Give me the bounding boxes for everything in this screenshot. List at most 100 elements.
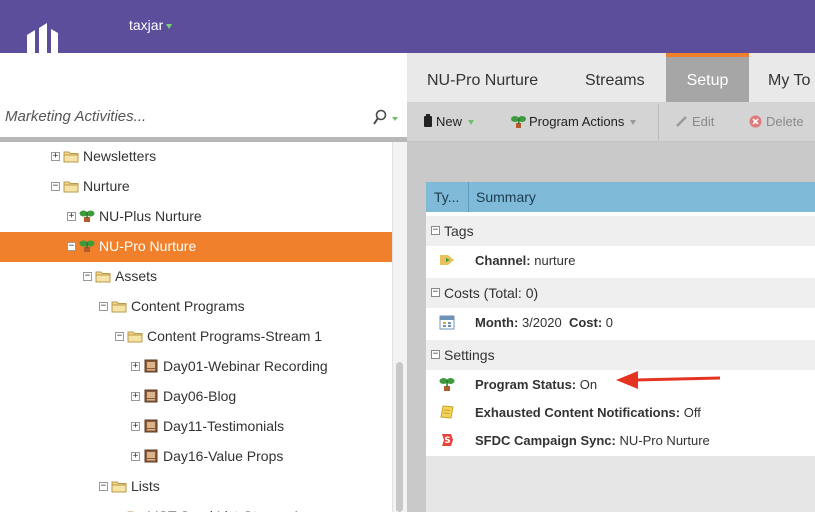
- exhausted-label: Exhausted Content Notifications:: [475, 405, 681, 420]
- column-divider: [468, 182, 469, 212]
- collapse-icon[interactable]: −: [67, 242, 76, 251]
- collapse-icon[interactable]: −: [99, 302, 108, 311]
- month-label: Month:: [475, 315, 519, 330]
- status-value: On: [579, 377, 598, 392]
- column-header-summary[interactable]: Summary: [476, 189, 536, 205]
- collapse-icon[interactable]: −: [51, 182, 60, 191]
- tree-item[interactable]: − Content Programs: [0, 292, 392, 322]
- tree-item-label: Nurture: [83, 178, 130, 194]
- program-icon: [79, 210, 95, 222]
- tree-item-label: Content Programs-Stream 1: [147, 328, 323, 344]
- tree-item-label: Day11-Testimonials: [163, 418, 285, 434]
- tree-item[interactable]: − NU-Pro Nurture: [0, 232, 392, 262]
- pencil-icon: [676, 116, 687, 127]
- annotation-arrow-icon: [616, 371, 721, 389]
- sfdc-label: SFDC Campaign Sync:: [475, 433, 616, 448]
- collapse-icon[interactable]: −: [115, 332, 124, 341]
- tree-item[interactable]: + Day11-Testimonials: [0, 412, 392, 442]
- delete-label: Delete: [766, 114, 804, 129]
- tree-item-label: Lists: [131, 478, 160, 494]
- program-icon: [79, 240, 95, 252]
- group-label: Settings: [444, 347, 495, 363]
- tree-item[interactable]: − Lists: [0, 472, 392, 502]
- tree-item[interactable]: LIST Seed List-Stream 1: [0, 502, 392, 512]
- salesforce-icon: S: [442, 434, 453, 446]
- tab-program[interactable]: NU-Pro Nurture: [427, 53, 538, 102]
- group-label: Tags: [444, 223, 474, 239]
- sfdc-value: NU-Pro Nurture: [619, 433, 710, 448]
- program-icon: [439, 378, 455, 391]
- channel-label: Channel:: [475, 253, 531, 268]
- edit-button[interactable]: Edit: [676, 114, 714, 129]
- tree-search-input[interactable]: Marketing Activities...: [5, 108, 146, 125]
- item-channel[interactable]: Channel: nurture: [426, 246, 815, 274]
- expand-icon[interactable]: +: [67, 212, 76, 221]
- delete-button[interactable]: Delete: [749, 114, 804, 129]
- tree-item-label: Day01-Webinar Recording: [163, 358, 328, 374]
- expand-icon[interactable]: +: [131, 362, 140, 371]
- account-switcher[interactable]: taxjar: [129, 17, 173, 33]
- month-value: 3/2020: [521, 315, 562, 330]
- marketing-activities-tree: + Newsletters − Nurture + NU-Plus Nurture − NU-…: [0, 142, 392, 512]
- tree-item[interactable]: + Day06-Blog: [0, 382, 392, 412]
- chevron-down-icon: [468, 120, 475, 126]
- expand-icon[interactable]: +: [131, 422, 140, 431]
- tree-item[interactable]: − Assets: [0, 262, 392, 292]
- collapse-icon[interactable]: −: [431, 288, 440, 297]
- tree-item[interactable]: + NU-Plus Nurture: [0, 202, 392, 232]
- tree-item[interactable]: − Nurture: [0, 172, 392, 202]
- tree-item[interactable]: + Day16-Value Props: [0, 442, 392, 472]
- new-icon: [424, 114, 432, 127]
- tab-setup[interactable]: Setup: [666, 53, 749, 102]
- collapse-icon[interactable]: −: [83, 272, 92, 281]
- new-label: New: [436, 114, 463, 129]
- collapse-icon[interactable]: −: [431, 350, 440, 359]
- group-label: Costs (Total: 0): [444, 285, 539, 301]
- notification-icon: [440, 405, 454, 419]
- tree-item[interactable]: − Content Programs-Stream 1: [0, 322, 392, 352]
- tree-item-label: Day16-Value Props: [163, 448, 284, 464]
- chevron-down-icon: [166, 23, 173, 29]
- tree-item[interactable]: + Newsletters: [0, 142, 392, 172]
- program-actions-label: Program Actions: [529, 114, 625, 129]
- grid-empty-area: [426, 456, 815, 512]
- expand-icon[interactable]: +: [131, 392, 140, 401]
- search-filter-icon[interactable]: [373, 109, 399, 127]
- tree-item-label: Assets: [115, 268, 158, 284]
- expand-icon[interactable]: +: [131, 452, 140, 461]
- folder-icon: [127, 331, 143, 343]
- svg-text:S: S: [444, 436, 450, 446]
- cost-value: 0: [605, 315, 614, 330]
- item-sfdc-sync[interactable]: S SFDC Campaign Sync: NU-Pro Nurture: [426, 426, 815, 454]
- program-actions-button[interactable]: Program Actions: [511, 114, 637, 129]
- folder-icon: [95, 271, 111, 283]
- tree-item[interactable]: + Day01-Webinar Recording: [0, 352, 392, 382]
- calendar-icon: [439, 315, 455, 330]
- tab-my-tokens[interactable]: My To: [768, 53, 810, 102]
- tree-scrollbar-thumb[interactable]: [396, 362, 403, 512]
- collapse-icon[interactable]: −: [431, 226, 440, 235]
- account-name: taxjar: [129, 17, 164, 33]
- edit-label: Edit: [692, 114, 715, 129]
- content-program-icon: [144, 419, 158, 433]
- tab-streams[interactable]: Streams: [585, 53, 645, 102]
- delete-icon: [749, 115, 762, 128]
- content-program-icon: [144, 389, 158, 403]
- chevron-down-icon: [630, 120, 637, 126]
- column-header-type[interactable]: Ty...: [434, 189, 459, 205]
- folder-icon: [111, 481, 127, 493]
- tree-item-label: Newsletters: [83, 148, 157, 164]
- tree-item-label: NU-Pro Nurture: [99, 238, 197, 254]
- new-button[interactable]: New: [423, 114, 475, 129]
- tag-icon: [440, 255, 454, 265]
- item-cost[interactable]: Month: 3/2020 Cost: 0: [426, 308, 815, 336]
- folder-icon: [63, 181, 79, 193]
- group-tags[interactable]: − Tags: [426, 216, 815, 246]
- content-program-icon: [144, 449, 158, 463]
- group-costs[interactable]: − Costs (Total: 0): [426, 278, 815, 308]
- expand-icon[interactable]: +: [51, 152, 60, 161]
- collapse-icon[interactable]: −: [99, 482, 108, 491]
- program-icon: [511, 116, 526, 128]
- cost-label: Cost:: [568, 315, 603, 330]
- item-exhausted-content[interactable]: Exhausted Content Notifications: Off: [426, 398, 815, 426]
